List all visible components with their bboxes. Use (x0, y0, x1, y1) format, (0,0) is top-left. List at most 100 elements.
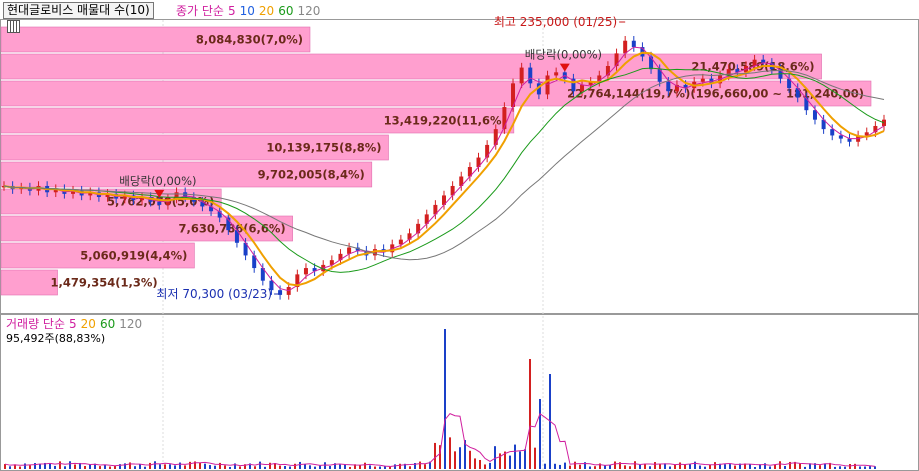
ma-60-label: 60 (278, 4, 294, 18)
volume-bar (184, 465, 186, 469)
volume-bar (399, 463, 401, 469)
ma-20-label: 20 (258, 4, 275, 18)
volume-bar (559, 464, 561, 469)
volume-bar (169, 464, 171, 469)
volume-bar (569, 465, 571, 469)
volume-bar (659, 463, 661, 469)
volume-bar (524, 449, 526, 469)
volume-bar (89, 464, 91, 469)
candle-body (882, 119, 886, 126)
volume-band-label: 10,139,175(8,8%) (266, 141, 381, 155)
volume-bar (259, 461, 261, 469)
volume-bar (799, 463, 801, 469)
volume-bar (484, 464, 486, 469)
volume-bar (734, 465, 736, 469)
volume-bar (99, 466, 101, 469)
volume-bar (494, 446, 496, 469)
volume-bar (409, 466, 411, 469)
volume-bar (519, 451, 521, 469)
volume-bar (609, 465, 611, 469)
volume-bar (254, 466, 256, 469)
candle-body (554, 72, 559, 76)
volume-bar (229, 466, 231, 469)
volume-bar (239, 466, 241, 469)
candle-body (812, 110, 817, 120)
volume-bar (529, 359, 531, 469)
volume-bar (109, 466, 111, 469)
volume-bar (4, 464, 6, 469)
volume-bar (314, 466, 316, 469)
volume-bar (714, 462, 716, 469)
volume-bar (534, 447, 536, 469)
volume-bar (679, 462, 681, 469)
candle-body (631, 40, 636, 48)
volume-bar (604, 465, 606, 469)
volume-band-label: 5,060,919(4,4%) (80, 249, 187, 263)
volume-bar (24, 463, 26, 469)
volume-bar (349, 466, 351, 469)
volume-bar (224, 465, 226, 469)
volume-bar (674, 464, 676, 469)
volume-bar (174, 465, 176, 469)
volume-bar (189, 461, 191, 469)
candle-body (830, 129, 835, 136)
volume-bar (264, 466, 266, 469)
volume-bar (729, 464, 731, 469)
volume-bar (784, 465, 786, 469)
volume-bar (539, 399, 541, 469)
price-ma-legend: 종가 단순 5 10 20 60 120 (176, 4, 324, 18)
volume-bar (629, 466, 631, 469)
grid-icon[interactable] (7, 20, 20, 33)
volume-bar (34, 463, 36, 469)
volume-bar (804, 466, 806, 469)
chart-canvas[interactable]: 8,084,830(7,0%)21,470,589(18,6%)22,764,1… (0, 0, 919, 471)
volume-bar (689, 464, 691, 469)
vol-ma-5-label: 5 (69, 317, 77, 331)
volume-bar (474, 458, 476, 469)
ma-10-label: 10 (239, 4, 255, 18)
volume-bar (769, 466, 771, 469)
vol-ma-20-label: 20 (80, 317, 96, 331)
volume-bar (219, 462, 221, 469)
stock-title: 현대글로비스 매물대 수(10) (7, 3, 150, 17)
volume-bar (204, 463, 206, 469)
volume-bar (459, 447, 461, 469)
volume-bar (834, 466, 836, 469)
volume-bar (419, 461, 421, 469)
volume-bar (284, 465, 286, 469)
volume-bar (589, 466, 591, 469)
volume-bar (639, 464, 641, 469)
volume-bar (64, 466, 66, 469)
volume-bar (749, 464, 751, 469)
volume-bar (859, 466, 861, 469)
volume-bar (634, 461, 636, 469)
volume-bar (209, 465, 211, 469)
candle-body (864, 132, 869, 136)
volume-bar (389, 466, 391, 469)
volume-bar (454, 451, 456, 469)
volume-bar (554, 463, 556, 469)
stock-title-tab[interactable]: 현대글로비스 매물대 수(10) (3, 2, 154, 19)
volume-bar (139, 464, 141, 469)
volume-band-label: 8,084,830(7,0%) (196, 33, 303, 47)
volume-bar (304, 464, 306, 469)
volume-bar (839, 466, 841, 469)
volume-bar (684, 464, 686, 469)
volume-bar (319, 465, 321, 469)
volume-band (0, 269, 58, 296)
volume-bar (869, 466, 871, 469)
ma-5-label: 5 (227, 4, 236, 18)
vol-ma-60-label: 60 (99, 317, 116, 331)
candle-body (545, 75, 550, 95)
volume-bar (704, 466, 706, 469)
candle-body (666, 81, 671, 92)
volume-bar (374, 466, 376, 469)
volume-bar (324, 462, 326, 469)
volume-bar (69, 461, 71, 469)
volume-bar (844, 466, 846, 469)
volume-bar (669, 466, 671, 469)
volume-bar (294, 463, 296, 469)
volume-bar (9, 466, 11, 469)
volume-bar (104, 464, 106, 469)
volume-bar (199, 462, 201, 469)
